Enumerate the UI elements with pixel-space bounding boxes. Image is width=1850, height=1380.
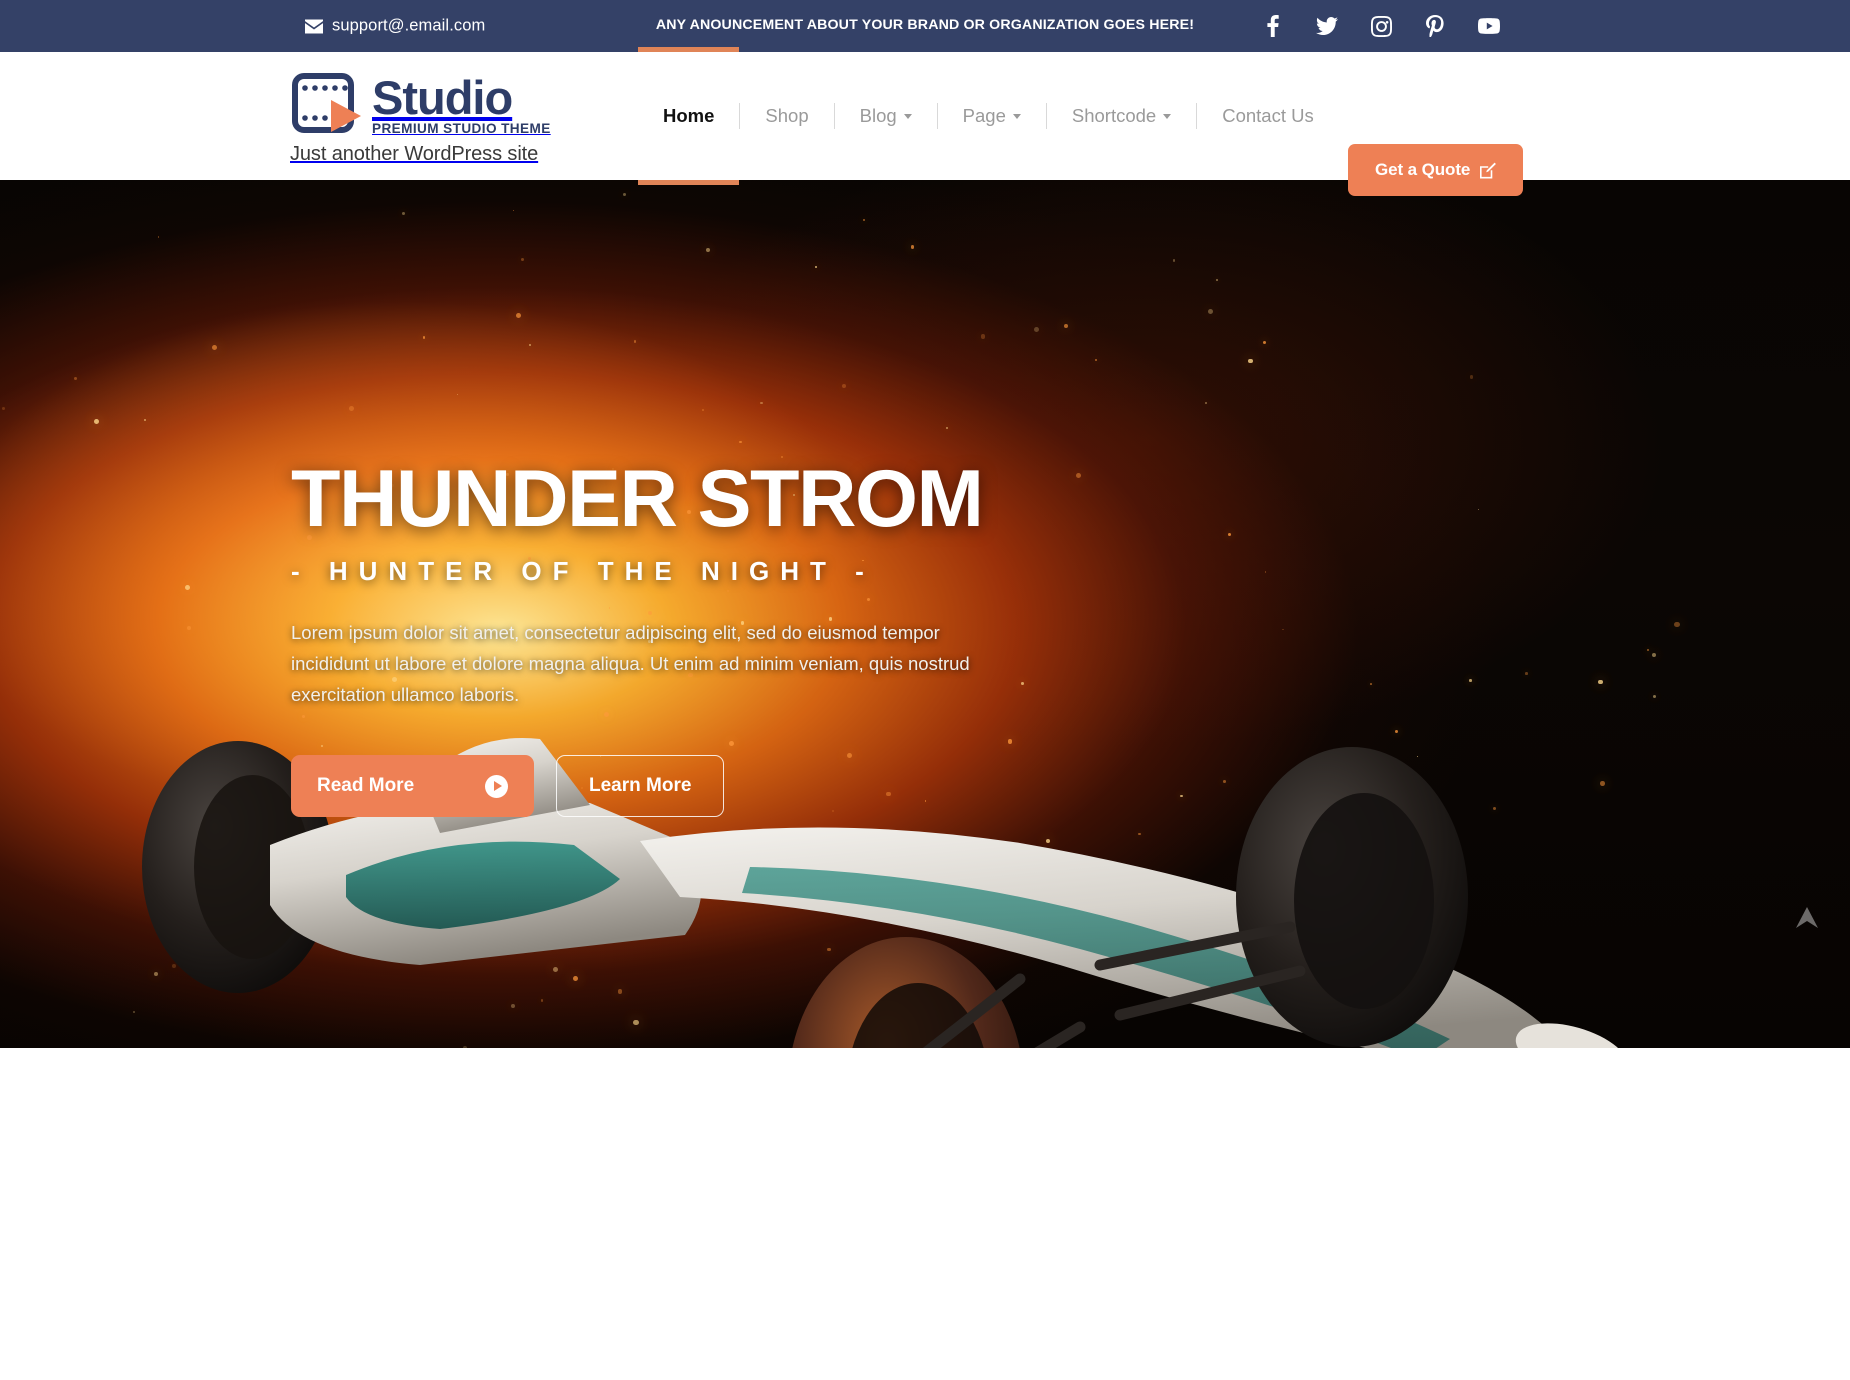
- read-more-label: Read More: [317, 775, 415, 796]
- hero-title: THUNDER STROM: [291, 454, 984, 544]
- chevron-down-icon: [903, 113, 912, 119]
- nav-item-home[interactable]: Home: [638, 47, 740, 185]
- nav-label: Shortcode: [1071, 105, 1157, 126]
- logo-tagline: PREMIUM STUDIO THEME: [372, 121, 551, 136]
- read-more-button[interactable]: Read More: [291, 755, 534, 817]
- main-navigation: Home Shop Blog Page Shortcode Contact Us: [638, 47, 1339, 185]
- site-header: Studio PREMIUM STUDIO THEME Just another…: [0, 47, 1850, 196]
- pencil-square-icon: [1479, 162, 1497, 179]
- topbar-email-text: support@.email.com: [332, 16, 486, 35]
- hero-buttons: Read More Learn More: [291, 755, 1051, 817]
- nav-label: Blog: [859, 105, 897, 126]
- content-below-hero: [0, 1048, 1850, 1354]
- nav-item-page[interactable]: Page: [938, 52, 1046, 180]
- nav-item-shortcode[interactable]: Shortcode: [1047, 52, 1196, 180]
- quote-button-label: Get a Quote: [1375, 160, 1471, 179]
- hero-paragraph: Lorem ipsum dolor sit amet, consectetur …: [291, 622, 970, 705]
- nav-item-shop[interactable]: Shop: [740, 52, 833, 180]
- get-a-quote-button[interactable]: Get a Quote: [1348, 144, 1524, 196]
- learn-more-label: Learn More: [589, 775, 692, 796]
- social-links: [1262, 15, 1500, 37]
- twitter-icon[interactable]: [1316, 15, 1338, 37]
- nav-label: Shop: [765, 105, 809, 126]
- nav-label: Contact Us: [1222, 105, 1314, 126]
- top-bar: support@.email.com ANY ANOUNCEMENT ABOUT…: [0, 0, 1850, 52]
- play-circle-icon: [485, 774, 508, 798]
- youtube-icon[interactable]: [1478, 15, 1500, 37]
- film-strip-play-icon: [291, 72, 369, 134]
- hero-subtitle: - HUNTER OF THE NIGHT -: [291, 556, 875, 586]
- hero-section: THUNDER STROM - HUNTER OF THE NIGHT - Lo…: [0, 180, 1850, 1271]
- nav-item-blog[interactable]: Blog: [835, 52, 937, 180]
- envelope-icon: [305, 19, 323, 33]
- announcement-text: ANY ANOUNCEMENT ABOUT YOUR BRAND OR ORGA…: [655, 17, 1195, 33]
- logo-name: Studio: [372, 71, 513, 124]
- site-description: Just another WordPress site: [290, 143, 539, 165]
- topbar-email-link[interactable]: support@.email.com: [305, 17, 485, 36]
- pinterest-icon[interactable]: [1424, 15, 1446, 37]
- instagram-icon[interactable]: [1370, 15, 1392, 37]
- chevron-down-icon: [1163, 113, 1172, 119]
- nav-label: Home: [663, 105, 715, 126]
- chevron-down-icon: [1012, 113, 1021, 119]
- site-logo[interactable]: Studio PREMIUM STUDIO THEME Just another…: [290, 71, 551, 166]
- facebook-icon[interactable]: [1262, 15, 1284, 37]
- nav-label: Page: [962, 105, 1006, 126]
- hero-content: THUNDER STROM - HUNTER OF THE NIGHT - Lo…: [291, 454, 1051, 817]
- learn-more-button[interactable]: Learn More: [556, 755, 725, 817]
- scroll-up-arrow-icon[interactable]: [1790, 900, 1824, 934]
- nav-item-contact-us[interactable]: Contact Us: [1197, 52, 1339, 180]
